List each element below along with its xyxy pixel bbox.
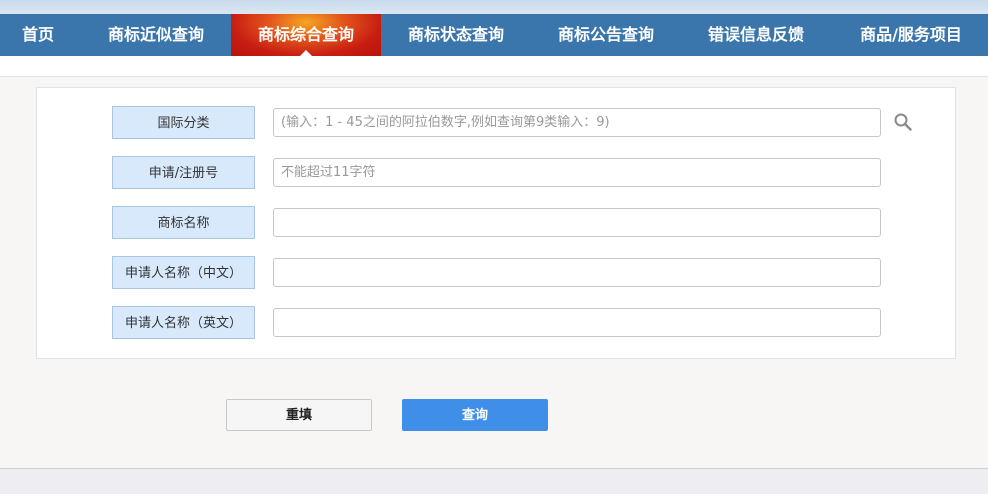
nav-item-error-feedback[interactable]: 错误信息反馈 [681, 14, 831, 56]
label-applicant-name-chinese: 申请人名称（中文） [112, 256, 255, 289]
applicant-name-english-input[interactable] [273, 308, 881, 337]
nav-item-similar-search[interactable]: 商标近似查询 [82, 14, 230, 56]
nav-item-comprehensive-search[interactable]: 商标综合查询 [231, 14, 381, 56]
nav-item-goods-services[interactable]: 商品/服务项目 [834, 14, 988, 56]
label-applicant-name-english: 申请人名称（英文） [112, 306, 255, 339]
footer-band [0, 468, 988, 494]
reset-button[interactable]: 重填 [226, 399, 372, 431]
label-application-number: 申请/注册号 [112, 156, 255, 189]
label-international-class: 国际分类 [112, 106, 255, 139]
top-strip [0, 0, 988, 14]
application-number-input[interactable] [273, 158, 881, 187]
search-icon[interactable] [893, 112, 913, 132]
nav-item-status-search[interactable]: 商标状态查询 [381, 14, 531, 56]
trademark-name-input[interactable] [273, 208, 881, 237]
international-class-input[interactable] [273, 108, 881, 137]
nav-item-home[interactable]: 首页 [0, 14, 76, 56]
query-button[interactable]: 查询 [402, 399, 548, 431]
main-nav: 首页 商标近似查询 商标综合查询 商标状态查询 商标公告查询 错误信息反馈 商品… [0, 14, 988, 56]
header-spacer [0, 56, 988, 77]
nav-item-announcement-search[interactable]: 商标公告查询 [531, 14, 681, 56]
applicant-name-chinese-input[interactable] [273, 258, 881, 287]
label-trademark-name: 商标名称 [112, 206, 255, 239]
